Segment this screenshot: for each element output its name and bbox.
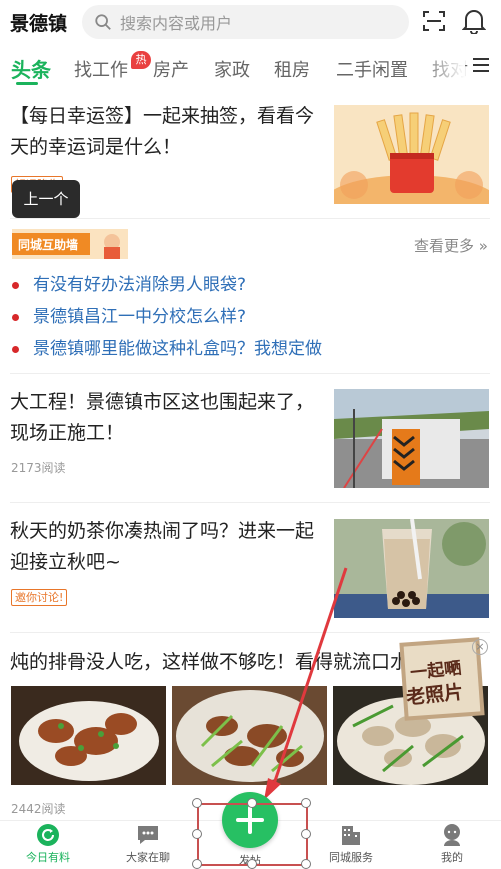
- selection-handle: [247, 798, 257, 808]
- nav-city-services[interactable]: 同城服务: [311, 823, 391, 865]
- selection-handle: [247, 859, 257, 869]
- nav-today[interactable]: 今日有料: [8, 823, 88, 865]
- selection-handle: [301, 829, 311, 839]
- user-icon: [444, 824, 460, 846]
- annotation-arrow: [264, 567, 348, 800]
- selection-handle: [192, 829, 202, 839]
- selection-handle: [192, 859, 202, 869]
- selection-handle: [301, 798, 311, 808]
- selection-handle: [301, 859, 311, 869]
- chat-bubble-icon: [138, 826, 158, 844]
- selection-handle: [192, 798, 202, 808]
- refresh-icon: [37, 824, 59, 846]
- nav-me[interactable]: 我的: [412, 823, 492, 865]
- building-icon: [342, 826, 360, 845]
- nav-chat[interactable]: 大家在聊: [108, 823, 188, 865]
- selection-box: [197, 803, 308, 866]
